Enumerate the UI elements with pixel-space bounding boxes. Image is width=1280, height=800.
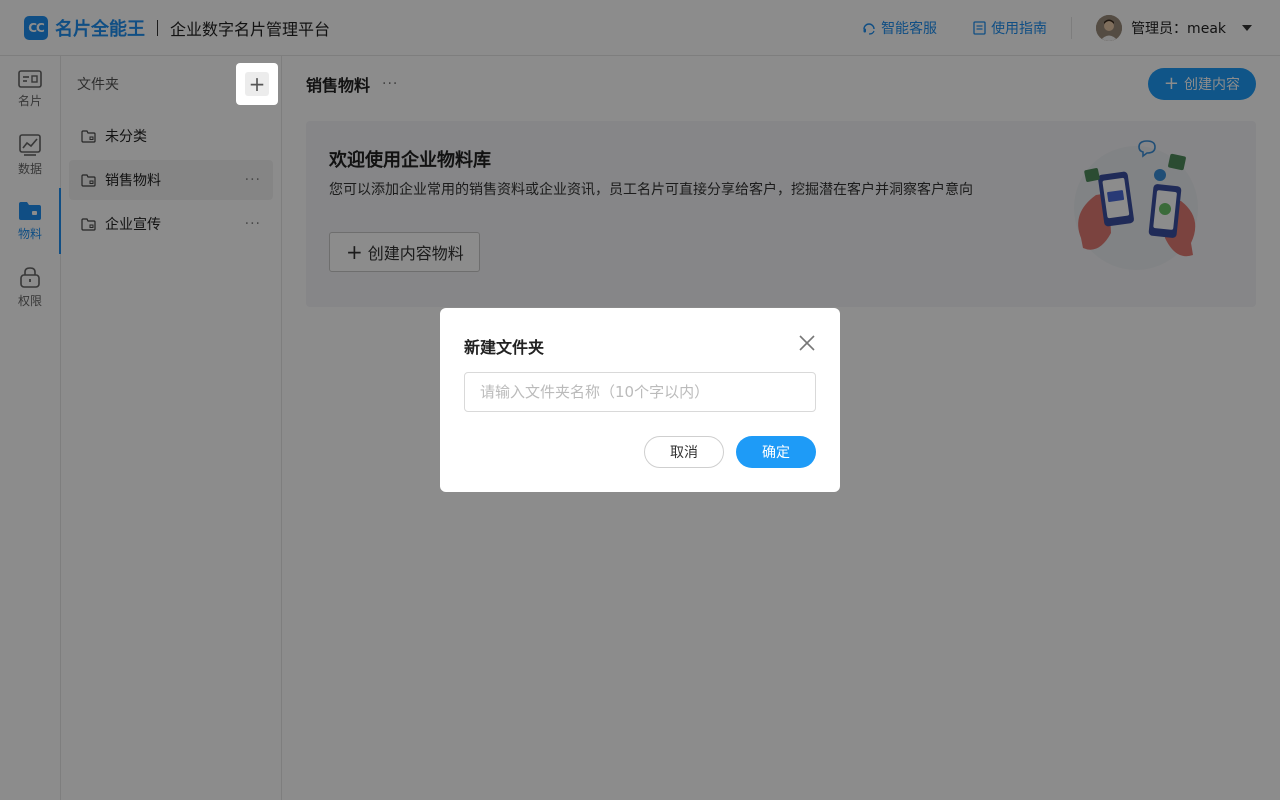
folder-name-input[interactable] [464,372,816,412]
new-folder-dialog: 新建文件夹 取消 确定 [440,308,840,492]
confirm-button[interactable]: 确定 [736,436,816,468]
close-icon[interactable] [798,334,816,352]
plus-icon: + [245,72,269,96]
dialog-title: 新建文件夹 [464,338,545,357]
add-folder-button[interactable]: + [236,63,278,105]
cancel-button[interactable]: 取消 [644,436,724,468]
